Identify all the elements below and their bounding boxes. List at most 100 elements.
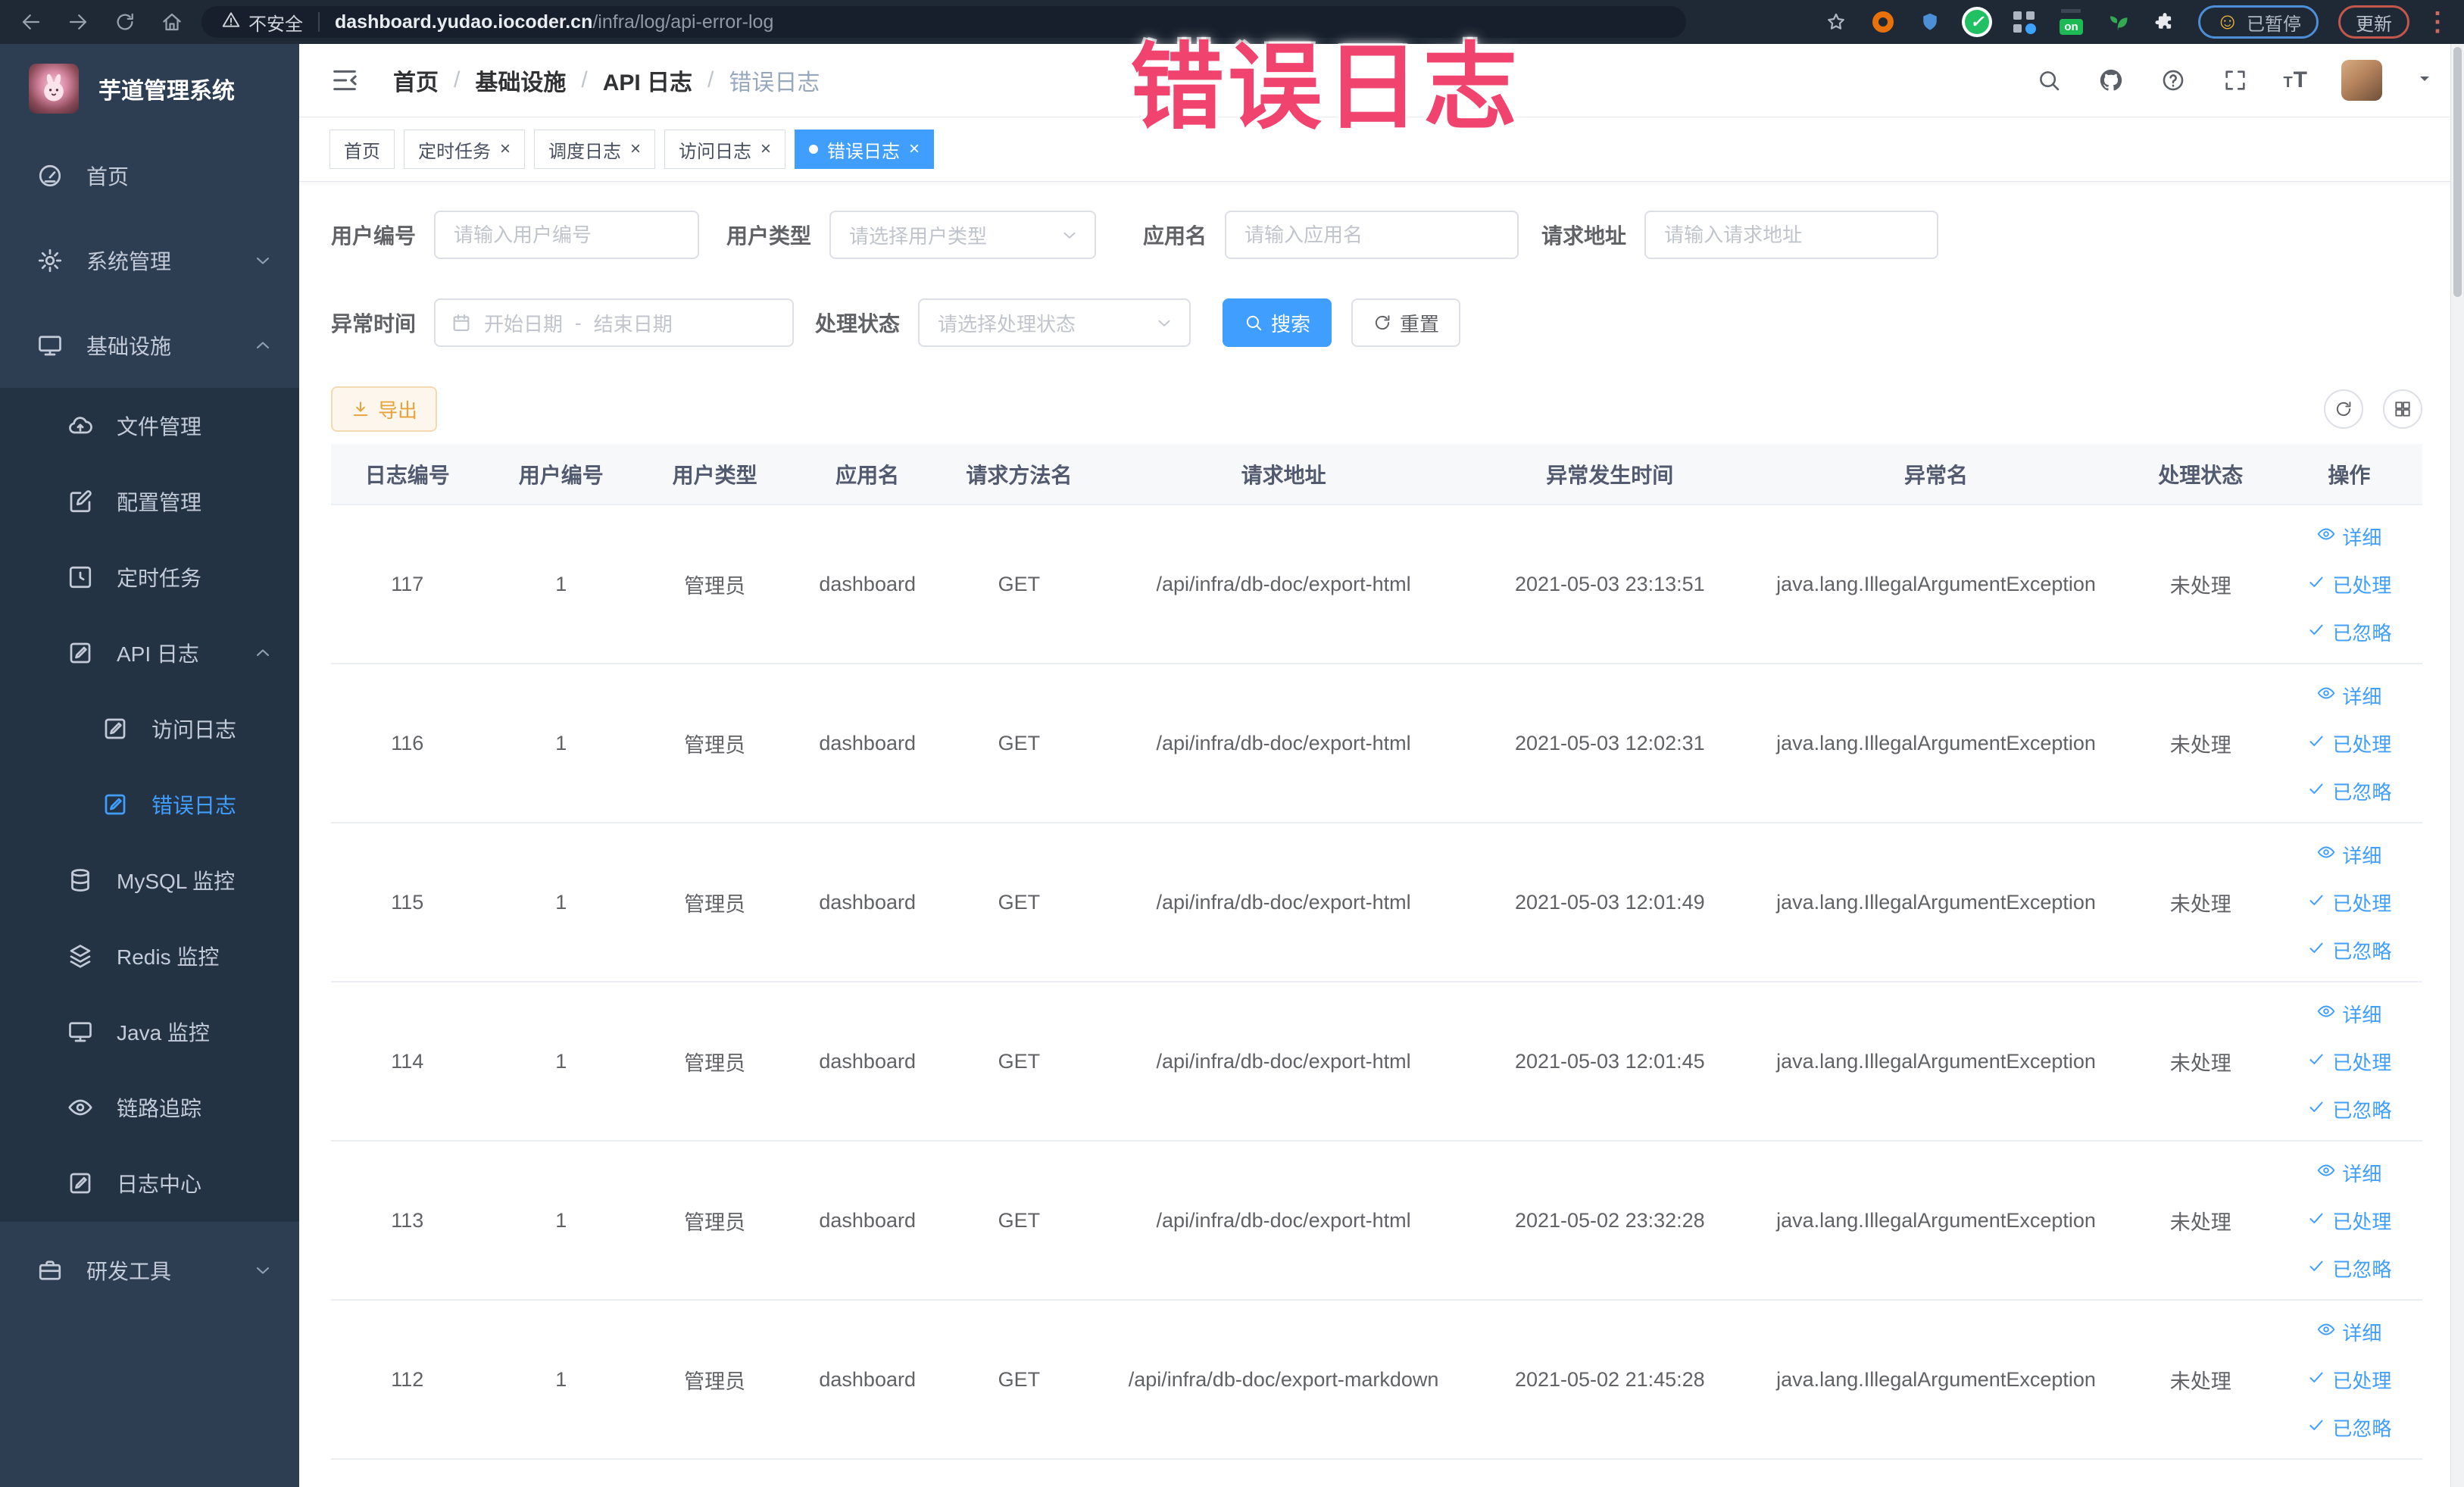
extension-sprout-icon[interactable] bbox=[2104, 8, 2131, 36]
sidebar-item-mysql-monitor[interactable]: MySQL 监控 bbox=[0, 842, 299, 918]
avatar[interactable] bbox=[2341, 60, 2382, 101]
sidebar-item-access-log[interactable]: 访问日志 bbox=[0, 691, 299, 767]
tab-job-log[interactable]: 调度日志 × bbox=[534, 130, 656, 169]
not-secure-badge[interactable]: 不安全 bbox=[221, 9, 303, 36]
tab-home[interactable]: 首页 bbox=[329, 130, 395, 169]
action-processed-link[interactable]: 已处理 bbox=[2306, 1207, 2391, 1235]
sidebar-item-label: 访问日志 bbox=[151, 718, 237, 742]
chevron-down-icon[interactable] bbox=[2416, 70, 2434, 92]
fullscreen-icon[interactable] bbox=[2221, 66, 2250, 95]
action-label: 已处理 bbox=[2332, 1210, 2392, 1233]
extension-grid-icon[interactable] bbox=[2010, 8, 2038, 36]
github-icon[interactable] bbox=[2097, 66, 2125, 95]
close-icon[interactable]: × bbox=[630, 140, 641, 158]
request-url-input[interactable] bbox=[1644, 211, 1939, 259]
action-processed-link[interactable]: 已处理 bbox=[2306, 1048, 2391, 1076]
tab-error-log[interactable]: 错误日志 × bbox=[795, 130, 935, 169]
extension-adblock-on-icon[interactable]: on bbox=[2057, 8, 2085, 36]
process-status-select[interactable]: 请选择处理状态 bbox=[918, 298, 1191, 347]
extension-check-icon[interactable]: ✓ bbox=[1963, 8, 1991, 36]
close-icon[interactable]: × bbox=[909, 140, 920, 158]
sidebar-item-file-management[interactable]: 文件管理 bbox=[0, 388, 299, 464]
address-bar[interactable]: 不安全 dashboard.yudao.iocoder.cn/infra/log… bbox=[201, 6, 1686, 38]
action-ignored-link[interactable]: 已忽略 bbox=[2306, 1254, 2391, 1282]
sidebar-item-infrastructure[interactable]: 基础设施 bbox=[0, 303, 299, 388]
column-header-time: 异常发生时间 bbox=[1472, 444, 1747, 505]
action-detail-link[interactable]: 详细 bbox=[2316, 1000, 2381, 1028]
bookmark-star-icon[interactable] bbox=[1822, 8, 1850, 36]
sidebar-item-system-management[interactable]: 系统管理 bbox=[0, 218, 299, 303]
sidebar-item-error-log[interactable]: 错误日志 bbox=[0, 767, 299, 842]
column-settings-icon[interactable] bbox=[2383, 389, 2422, 429]
action-processed-link[interactable]: 已处理 bbox=[2306, 570, 2391, 598]
action-processed-link[interactable]: 已处理 bbox=[2306, 729, 2391, 758]
action-detail-link[interactable]: 详细 bbox=[2316, 1159, 2381, 1187]
scrollbar-thumb[interactable] bbox=[2453, 47, 2462, 297]
profile-paused-badge[interactable]: ☺ 已暂停 bbox=[2198, 5, 2319, 39]
sidebar-item-api-log[interactable]: API 日志 bbox=[0, 615, 299, 691]
app-name-input[interactable] bbox=[1225, 211, 1519, 259]
search-button[interactable]: 搜索 bbox=[1223, 298, 1332, 347]
exception-time-range-picker[interactable]: 开始日期 - 结束日期 bbox=[434, 298, 795, 347]
page-scrollbar[interactable] bbox=[2450, 44, 2464, 1487]
sidebar-item-dev-tools[interactable]: 研发工具 bbox=[0, 1228, 299, 1313]
back-icon[interactable] bbox=[14, 5, 48, 39]
action-detail-link[interactable]: 详细 bbox=[2316, 1318, 2381, 1346]
action-ignored-link[interactable]: 已忽略 bbox=[2306, 777, 2391, 805]
action-detail-link[interactable]: 详细 bbox=[2316, 682, 2381, 710]
tab-job[interactable]: 定时任务 × bbox=[404, 130, 526, 169]
sidebar-item-label: 定时任务 bbox=[117, 567, 202, 590]
extension-target-icon[interactable] bbox=[1869, 8, 1897, 36]
breadcrumb-item[interactable]: 首页 bbox=[393, 64, 439, 97]
browser-menu-icon[interactable]: ⋮ bbox=[2425, 7, 2450, 37]
action-detail-link[interactable]: 详细 bbox=[2316, 523, 2381, 551]
sidebar-item-scheduled-jobs[interactable]: 定时任务 bbox=[0, 539, 299, 615]
collapse-sidebar-icon[interactable] bbox=[329, 65, 360, 95]
db-icon bbox=[67, 867, 94, 894]
font-size-icon[interactable]: TT bbox=[2283, 67, 2308, 93]
browser-home-icon[interactable] bbox=[155, 5, 189, 39]
extension-shield-icon[interactable] bbox=[1916, 8, 1944, 36]
search-icon[interactable] bbox=[2035, 66, 2063, 95]
tab-access-log[interactable]: 访问日志 × bbox=[664, 130, 786, 169]
briefcase-icon bbox=[36, 1257, 64, 1284]
action-ignored-link[interactable]: 已忽略 bbox=[2306, 936, 2391, 964]
user-type-select[interactable]: 请选择用户类型 bbox=[829, 211, 1097, 259]
sidebar-item-trace[interactable]: 链路追踪 bbox=[0, 1070, 299, 1145]
action-ignored-link[interactable]: 已忽略 bbox=[2306, 1095, 2391, 1123]
close-icon[interactable]: × bbox=[500, 140, 511, 158]
close-icon[interactable]: × bbox=[760, 140, 771, 158]
sidebar-item-redis-monitor[interactable]: Redis 监控 bbox=[0, 918, 299, 994]
breadcrumb-item[interactable]: API 日志 bbox=[603, 64, 692, 97]
action-detail-link[interactable]: 详细 bbox=[2316, 841, 2381, 869]
sidebar-item-log-center[interactable]: 日志中心 bbox=[0, 1145, 299, 1221]
action-label: 已处理 bbox=[2332, 1051, 2392, 1074]
refresh-icon[interactable] bbox=[2324, 389, 2363, 429]
export-button[interactable]: 导出 bbox=[331, 386, 438, 432]
action-processed-link[interactable]: 已处理 bbox=[2306, 1366, 2391, 1394]
cell-user_id: 1 bbox=[483, 823, 639, 982]
eye-icon bbox=[67, 1094, 94, 1121]
sidebar-item-config-management[interactable]: 配置管理 bbox=[0, 464, 299, 539]
cell-url: /api/infra/db-doc/export-markdown bbox=[1094, 1300, 1473, 1460]
action-ignored-link[interactable]: 已忽略 bbox=[2306, 1414, 2391, 1442]
help-icon[interactable] bbox=[2159, 66, 2188, 95]
reload-icon[interactable] bbox=[108, 5, 142, 39]
page-header: 首页 / 基础设施 / API 日志 / 错误日志 TT bbox=[299, 44, 2464, 117]
sidebar-item-home[interactable]: 首页 bbox=[0, 133, 299, 218]
sidebar-item-java-monitor[interactable]: Java 监控 bbox=[0, 994, 299, 1070]
action-ignored-link[interactable]: 已忽略 bbox=[2306, 618, 2391, 646]
sidebar-item-label: 配置管理 bbox=[117, 491, 202, 514]
table-settings bbox=[2324, 389, 2422, 429]
sidebar-logo[interactable]: 芋道管理系统 bbox=[0, 44, 299, 133]
browser-update-button[interactable]: 更新 bbox=[2338, 5, 2409, 39]
forward-icon[interactable] bbox=[61, 5, 95, 39]
cell-app_name: dashboard bbox=[791, 505, 944, 664]
update-label: 更新 bbox=[2356, 14, 2392, 35]
reset-button[interactable]: 重置 bbox=[1351, 298, 1461, 347]
user-id-input[interactable] bbox=[434, 211, 700, 259]
extension-puzzle-icon[interactable] bbox=[2151, 8, 2178, 36]
action-processed-link[interactable]: 已处理 bbox=[2306, 889, 2391, 917]
breadcrumb-item[interactable]: 基础设施 bbox=[475, 64, 566, 97]
sidebar-item-label: API 日志 bbox=[117, 642, 199, 666]
